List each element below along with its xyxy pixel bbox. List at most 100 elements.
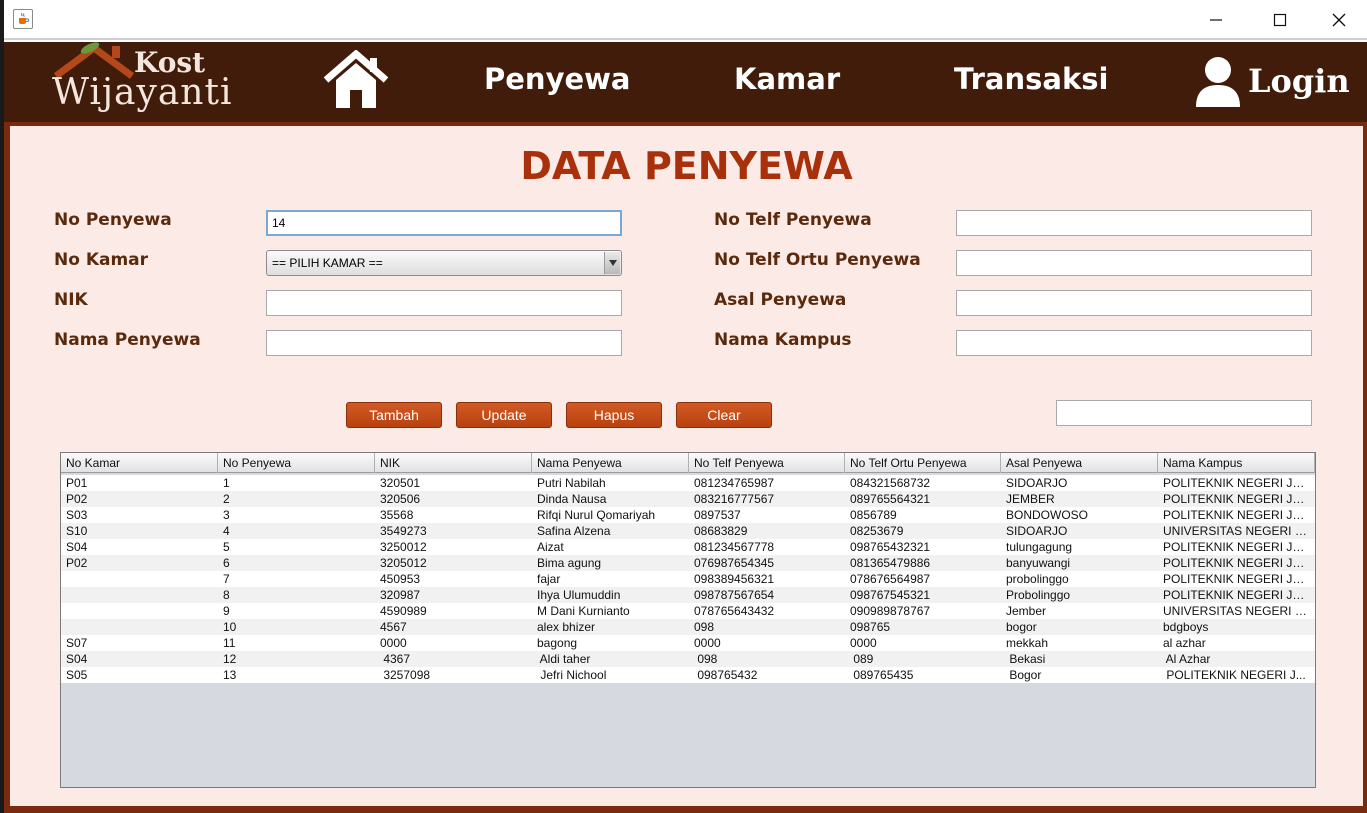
table-cell: S04 xyxy=(66,540,88,554)
asal-penyewa-field[interactable] xyxy=(956,290,1312,316)
tambah-button[interactable]: Tambah xyxy=(346,402,442,428)
table-cell: S05 xyxy=(66,668,88,682)
table-cell: 089 xyxy=(850,652,874,666)
table-cell: bdgboys xyxy=(1163,620,1209,634)
table-cell: fajar xyxy=(537,572,561,586)
table-cell: 9 xyxy=(223,604,230,618)
table-cell: 8 xyxy=(223,588,230,602)
table-cell: 076987654345 xyxy=(694,556,775,570)
table-cell: SIDOARJO xyxy=(1006,524,1068,538)
table-cell: 098 xyxy=(694,620,715,634)
table-cell: 3205012 xyxy=(380,556,427,570)
table-cell: 35568 xyxy=(380,508,414,522)
column-header[interactable]: No Telf Penyewa xyxy=(689,453,845,473)
table-cell: 4367 xyxy=(380,652,411,666)
table-cell: 098765432 xyxy=(694,668,758,682)
hapus-button[interactable]: Hapus xyxy=(566,402,662,428)
table-row[interactable]: P02 2 320506 Dinda Nausa 083216777567 0897655… xyxy=(61,491,1315,507)
table-row[interactable]: P02 6 3205012 Bima agung 076987654345 0813654… xyxy=(61,555,1315,571)
column-header[interactable]: Asal Penyewa xyxy=(1001,453,1158,473)
table-cell: 4567 xyxy=(380,620,407,634)
no-kamar-select[interactable]: == PILIH KAMAR == xyxy=(266,250,622,276)
table-cell xyxy=(61,619,218,635)
table-cell: UNIVERSITAS NEGERI J... xyxy=(1163,604,1311,618)
search-input[interactable] xyxy=(1056,400,1312,426)
column-header[interactable]: NIK xyxy=(375,453,532,473)
table-cell: 12 xyxy=(223,652,237,666)
minimize-icon[interactable] xyxy=(1187,0,1245,40)
user-icon xyxy=(1196,57,1240,107)
nav-login-label: Login xyxy=(1248,62,1350,100)
table-cell: 2 xyxy=(223,492,230,506)
nav-penyewa[interactable]: Penyewa xyxy=(484,62,631,96)
nav-transaksi[interactable]: Transaksi xyxy=(954,62,1108,96)
nama-kampus-field[interactable] xyxy=(956,330,1312,356)
maximize-icon[interactable] xyxy=(1251,0,1309,40)
table-row[interactable]: S05 13 3257098 Jefri Nichool 098765432 08… xyxy=(61,667,1315,683)
table-cell: Jefri Nichool xyxy=(537,668,607,682)
column-header[interactable]: Nama Penyewa xyxy=(532,453,689,473)
table-cell: 089765435 xyxy=(850,668,914,682)
table-row[interactable]: 9 4590989 M Dani Kurnianto 078765643432 0909… xyxy=(61,603,1315,619)
kost-wijayanti-logo[interactable]: Kost Wijayanti xyxy=(52,42,252,122)
house-icon[interactable] xyxy=(322,49,390,110)
table-cell: S03 xyxy=(66,508,88,522)
table-cell: 098767545321 xyxy=(850,588,931,602)
clear-button[interactable]: Clear xyxy=(676,402,772,428)
table-row[interactable]: S03 3 35568 Rifqi Nurul Qomariyah 0897537 085… xyxy=(61,507,1315,523)
chevron-down-icon[interactable] xyxy=(604,252,620,274)
table-cell: SIDOARJO xyxy=(1006,476,1068,490)
table-row[interactable]: S04 5 3250012 Aizat 081234567778 098765432321… xyxy=(61,539,1315,555)
column-header[interactable]: No Penyewa xyxy=(218,453,375,473)
table-cell: 0897537 xyxy=(694,508,741,522)
table-cell: 5 xyxy=(223,540,230,554)
update-button[interactable]: Update xyxy=(456,402,552,428)
no-telf-penyewa-field[interactable] xyxy=(956,210,1312,236)
no-telf-ortu-field[interactable] xyxy=(956,250,1312,276)
penyewa-table[interactable]: No Kamar No Penyewa NIK Nama Penyewa No Telf… xyxy=(60,452,1316,788)
nik-field[interactable] xyxy=(266,290,622,316)
nav-login[interactable]: Login xyxy=(1194,52,1350,110)
table-row[interactable]: 7 450953 fajar 098389456321 078676564987 prob… xyxy=(61,571,1315,587)
table-row[interactable]: S10 4 3549273 Safina Alzena 08683829 08253679… xyxy=(61,523,1315,539)
column-header[interactable]: Nama Kampus xyxy=(1158,453,1315,473)
table-cell: tulungagung xyxy=(1006,540,1073,554)
java-cup-icon[interactable] xyxy=(13,9,33,29)
nama-penyewa-field[interactable] xyxy=(266,330,622,356)
table-row[interactable]: P01 1 320501 Putri Nabilah 081234765987 08432… xyxy=(61,475,1315,491)
no-penyewa-field[interactable]: 14 xyxy=(266,210,622,236)
table-cell: Al Azhar xyxy=(1163,652,1211,666)
table-cell: POLITEKNIK NEGERI JE... xyxy=(1163,492,1311,506)
table-row[interactable]: S07 11 0000 bagong 0000 0000 mekkah al azhar xyxy=(61,635,1315,651)
table-row[interactable]: 10 4567 alex bhizer 098 098765 bogor bdgboys xyxy=(61,619,1315,635)
table-cell: 0000 xyxy=(850,636,877,650)
column-header[interactable]: No Kamar xyxy=(61,453,218,473)
table-row[interactable]: S04 12 4367 Aldi taher 098 089 Bekasi Al … xyxy=(61,651,1315,667)
table-row[interactable]: 8 320987 Ihya Ulumuddin 098787567654 0987675… xyxy=(61,587,1315,603)
close-icon[interactable] xyxy=(1310,0,1367,40)
table-cell: 3549273 xyxy=(380,524,427,538)
table-cell: Jember xyxy=(1006,604,1047,618)
table-cell: P02 xyxy=(66,556,88,570)
table-cell: S07 xyxy=(66,636,88,650)
table-cell: 081365479886 xyxy=(850,556,931,570)
table-cell: POLITEKNIK NEGERI JE... xyxy=(1163,540,1311,554)
table-cell: 320501 xyxy=(380,476,421,490)
table-cell: 08683829 xyxy=(694,524,748,538)
table-cell: 089765564321 xyxy=(850,492,931,506)
table-cell: 3250012 xyxy=(380,540,427,554)
table-cell: Bogor xyxy=(1006,668,1042,682)
nav-kamar[interactable]: Kamar xyxy=(734,62,840,96)
table-cell: 4 xyxy=(223,524,230,538)
no-kamar-selected: == PILIH KAMAR == xyxy=(272,256,383,270)
table-cell: S04 xyxy=(66,652,88,666)
table-cell: probolinggo xyxy=(1006,572,1069,586)
label-asal-penyewa: Asal Penyewa xyxy=(714,290,847,310)
table-header: No Kamar No Penyewa NIK Nama Penyewa No Telf… xyxy=(61,453,1315,473)
column-header[interactable]: No Telf Ortu Penyewa xyxy=(845,453,1001,473)
table-cell: bogor xyxy=(1006,620,1037,634)
table-cell: 0856789 xyxy=(850,508,897,522)
table-cell: 3 xyxy=(223,508,230,522)
table-cell: S10 xyxy=(66,524,88,538)
label-nama-penyewa: Nama Penyewa xyxy=(54,330,201,350)
